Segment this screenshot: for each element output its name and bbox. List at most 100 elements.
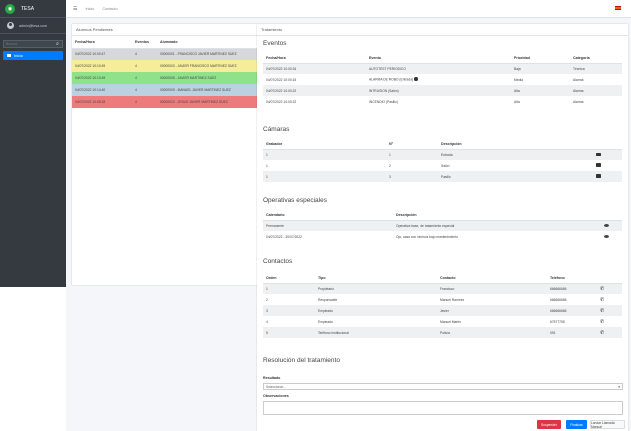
sidebar-item-inicio[interactable]: Inicio [3,51,63,60]
eventos-title: Eventos [263,40,287,47]
resultado-select[interactable]: Seleccionar... ▾ [263,383,623,390]
phone-icon[interactable]: ✆ [600,308,604,314]
table-row[interactable]: 04/07/2022 10:08:18 4 00000010 - JESUS J… [72,96,257,108]
nav-link-contacto[interactable]: Contacto [102,7,117,11]
cell-desc: Entrada [441,152,453,157]
cell-grabador: 1 [266,163,268,168]
col-header: Teléfono [550,275,565,280]
table-row[interactable]: 1 1 Entrada [263,149,622,160]
table-row[interactable]: 04/07/2022 10:14:40 4 00000009 - MANUEL … [72,84,257,96]
language-flag-icon[interactable] [615,6,621,10]
col-header: Grabador [266,141,283,146]
table-row[interactable]: 1 Propietario Francisco 666666666 ✆ [263,283,622,294]
cell-grabador: 1 [266,152,268,157]
col-header: Nº [389,141,393,146]
eye-icon[interactable] [604,223,609,227]
table-row[interactable]: 1 3 Pasillo [263,171,622,182]
cell-action: ✆ [597,305,622,316]
table-row[interactable]: 5 Teléfono Institucional Policía 091 ✆ [263,327,622,338]
cell-categoria: Alarma [573,77,584,82]
menu-toggle-icon[interactable]: ☰ [73,6,77,12]
camaras-title: Cámaras [263,126,290,133]
cell-fecha: 04/07/2022 10:00:34 [266,66,297,71]
alumnos-card: Alumnos Pendientes Fecha/Hora Eventos Al… [72,24,257,285]
cell-alumnado: 00000003 - JAVIER FRANCISCO MARTINEZ SUE… [160,64,237,68]
cell-num: 3 [389,174,391,179]
cell-prioridad: Baja [514,66,521,71]
cell-eventos: 4 [135,52,137,57]
cell-tipo: Empleado [318,319,333,324]
search-icon[interactable]: ⌕ [53,41,62,47]
operativas-title: Operativas especiales [263,197,327,204]
cell-fecha: 04/07/2022 10:10:49 [75,76,106,80]
cell-calendario: 04/07/2022 - 30/07/2022 [266,234,302,239]
user-panel[interactable]: admin@tesa.com [0,18,66,34]
phone-icon[interactable]: ✆ [600,286,604,292]
cell-num: 2 [389,163,391,168]
cell-fecha: 04/07/2022 10:00:15 [266,77,297,82]
cell-prioridad: Media [514,77,523,82]
table-row[interactable]: 04/07/2022 10:10:49 4 00000003 - JAVIER … [72,60,257,72]
table-row[interactable]: 04/07/2022 10:00:22 INCENDIO (Pasillo) A… [263,96,622,107]
chevron-down-icon: ▾ [618,384,620,389]
col-header-actions [593,139,622,149]
table-header-row: Grabador Nº Descripción [263,139,622,149]
cell-evento-text: ALARMA DE ROBO (Entrada) [369,77,414,82]
contactos-table: Orden Tipo Contacto Teléfono 1 Propietar… [263,273,622,338]
table-row[interactable]: 04/07/2022 10:00:15 ALARMA DE ROBO (Entr… [263,74,622,85]
observaciones-textarea[interactable] [263,401,623,415]
brand[interactable]: ◉ TESA [0,0,66,18]
nav-link-inicio[interactable]: Inicio [85,7,94,11]
cell-action: ✆ [597,283,622,294]
cell-prioridad: Alta [514,88,520,93]
cell-action: ✆ [597,294,622,305]
cell-contacto: Manuel Ramírez [440,297,465,302]
info-icon[interactable] [414,77,418,81]
table-row[interactable]: 2 Responsable Manuel Ramírez 666666666 ✆ [263,294,622,305]
table-header-row: Orden Tipo Contacto Teléfono [263,273,622,283]
col-header: Fecha/Hora [266,55,286,60]
camera-icon[interactable] [596,174,601,178]
cell-categoria: Técnica [573,66,585,71]
cell-eventos: 4 [135,100,137,104]
table-row[interactable]: 1 2 Salón [263,160,622,171]
finalizar-button[interactable]: Finalizar [566,420,587,429]
resultado-select-value: Seleccionar... [266,384,286,389]
table-header-row: Fecha/Hora Eventos Alumnado [72,36,257,48]
cell-contacto: Francisco [440,286,455,291]
phone-icon[interactable]: ✆ [600,330,604,336]
cell-desc: Ojo, casa con vecinos bajo mantenimiento [396,234,458,239]
table-row[interactable]: Permanente Operativa base, de tratamient… [263,220,622,231]
phone-icon[interactable]: ✆ [600,297,604,303]
cell-tipo: Propietario [318,286,334,291]
suspender-button[interactable]: Suspender [537,420,561,429]
cell-alumnado: 00000009 - MANUEL JAVIER MARTINEZ SUEZ [160,88,231,92]
table-row[interactable]: 3 Empleado Javier 666666666 ✆ [263,305,622,316]
search-input[interactable] [4,41,53,47]
table-row[interactable]: 04/07/2022 - 30/07/2022 Ojo, casa con ve… [263,231,622,242]
table-row[interactable]: 4 Empleado Manuel Martín 67577755 ✆ [263,316,622,327]
eye-icon[interactable] [604,234,609,238]
phone-icon[interactable]: ✆ [600,319,604,325]
cell-contacto: Javier [440,308,449,313]
cell-eventos: 4 [135,64,137,68]
table-row[interactable]: 04/07/2022 10:00:22 INTRUSION (Salón) Al… [263,85,622,96]
resolucion-title: Resolución del tratamiento [263,357,340,364]
col-header: Fecha/Hora [75,39,95,44]
operativas-table: Calendario Descripción Permanente Operat… [263,210,622,242]
llamada-manual-button[interactable]: Lanzar Llamada Manual [590,420,625,429]
cell-orden: 1 [266,286,268,291]
cell-num: 1 [389,152,391,157]
table-row[interactable]: 04/07/2022 10:00:34 AUTOTEST PERIODICO B… [263,63,622,74]
table-row[interactable]: 04/07/2022 10:00:47 4 00000001 - FRANCIS… [72,48,257,60]
cell-telefono: 67577755 [550,319,565,324]
cell-action [593,149,622,160]
eventos-table: Fecha/Hora Evento Prioridad Categoría 04… [263,53,622,107]
camera-icon[interactable] [596,152,601,156]
camera-icon[interactable] [596,163,601,167]
contactos-title: Contactos [263,258,293,265]
cell-eventos: 4 [135,88,137,92]
table-header-row: Calendario Descripción [263,210,622,220]
cell-evento: INCENDIO (Pasillo) [369,99,398,104]
table-row[interactable]: 04/07/2022 10:10:49 4 00000005 - JAVIER … [72,72,257,84]
